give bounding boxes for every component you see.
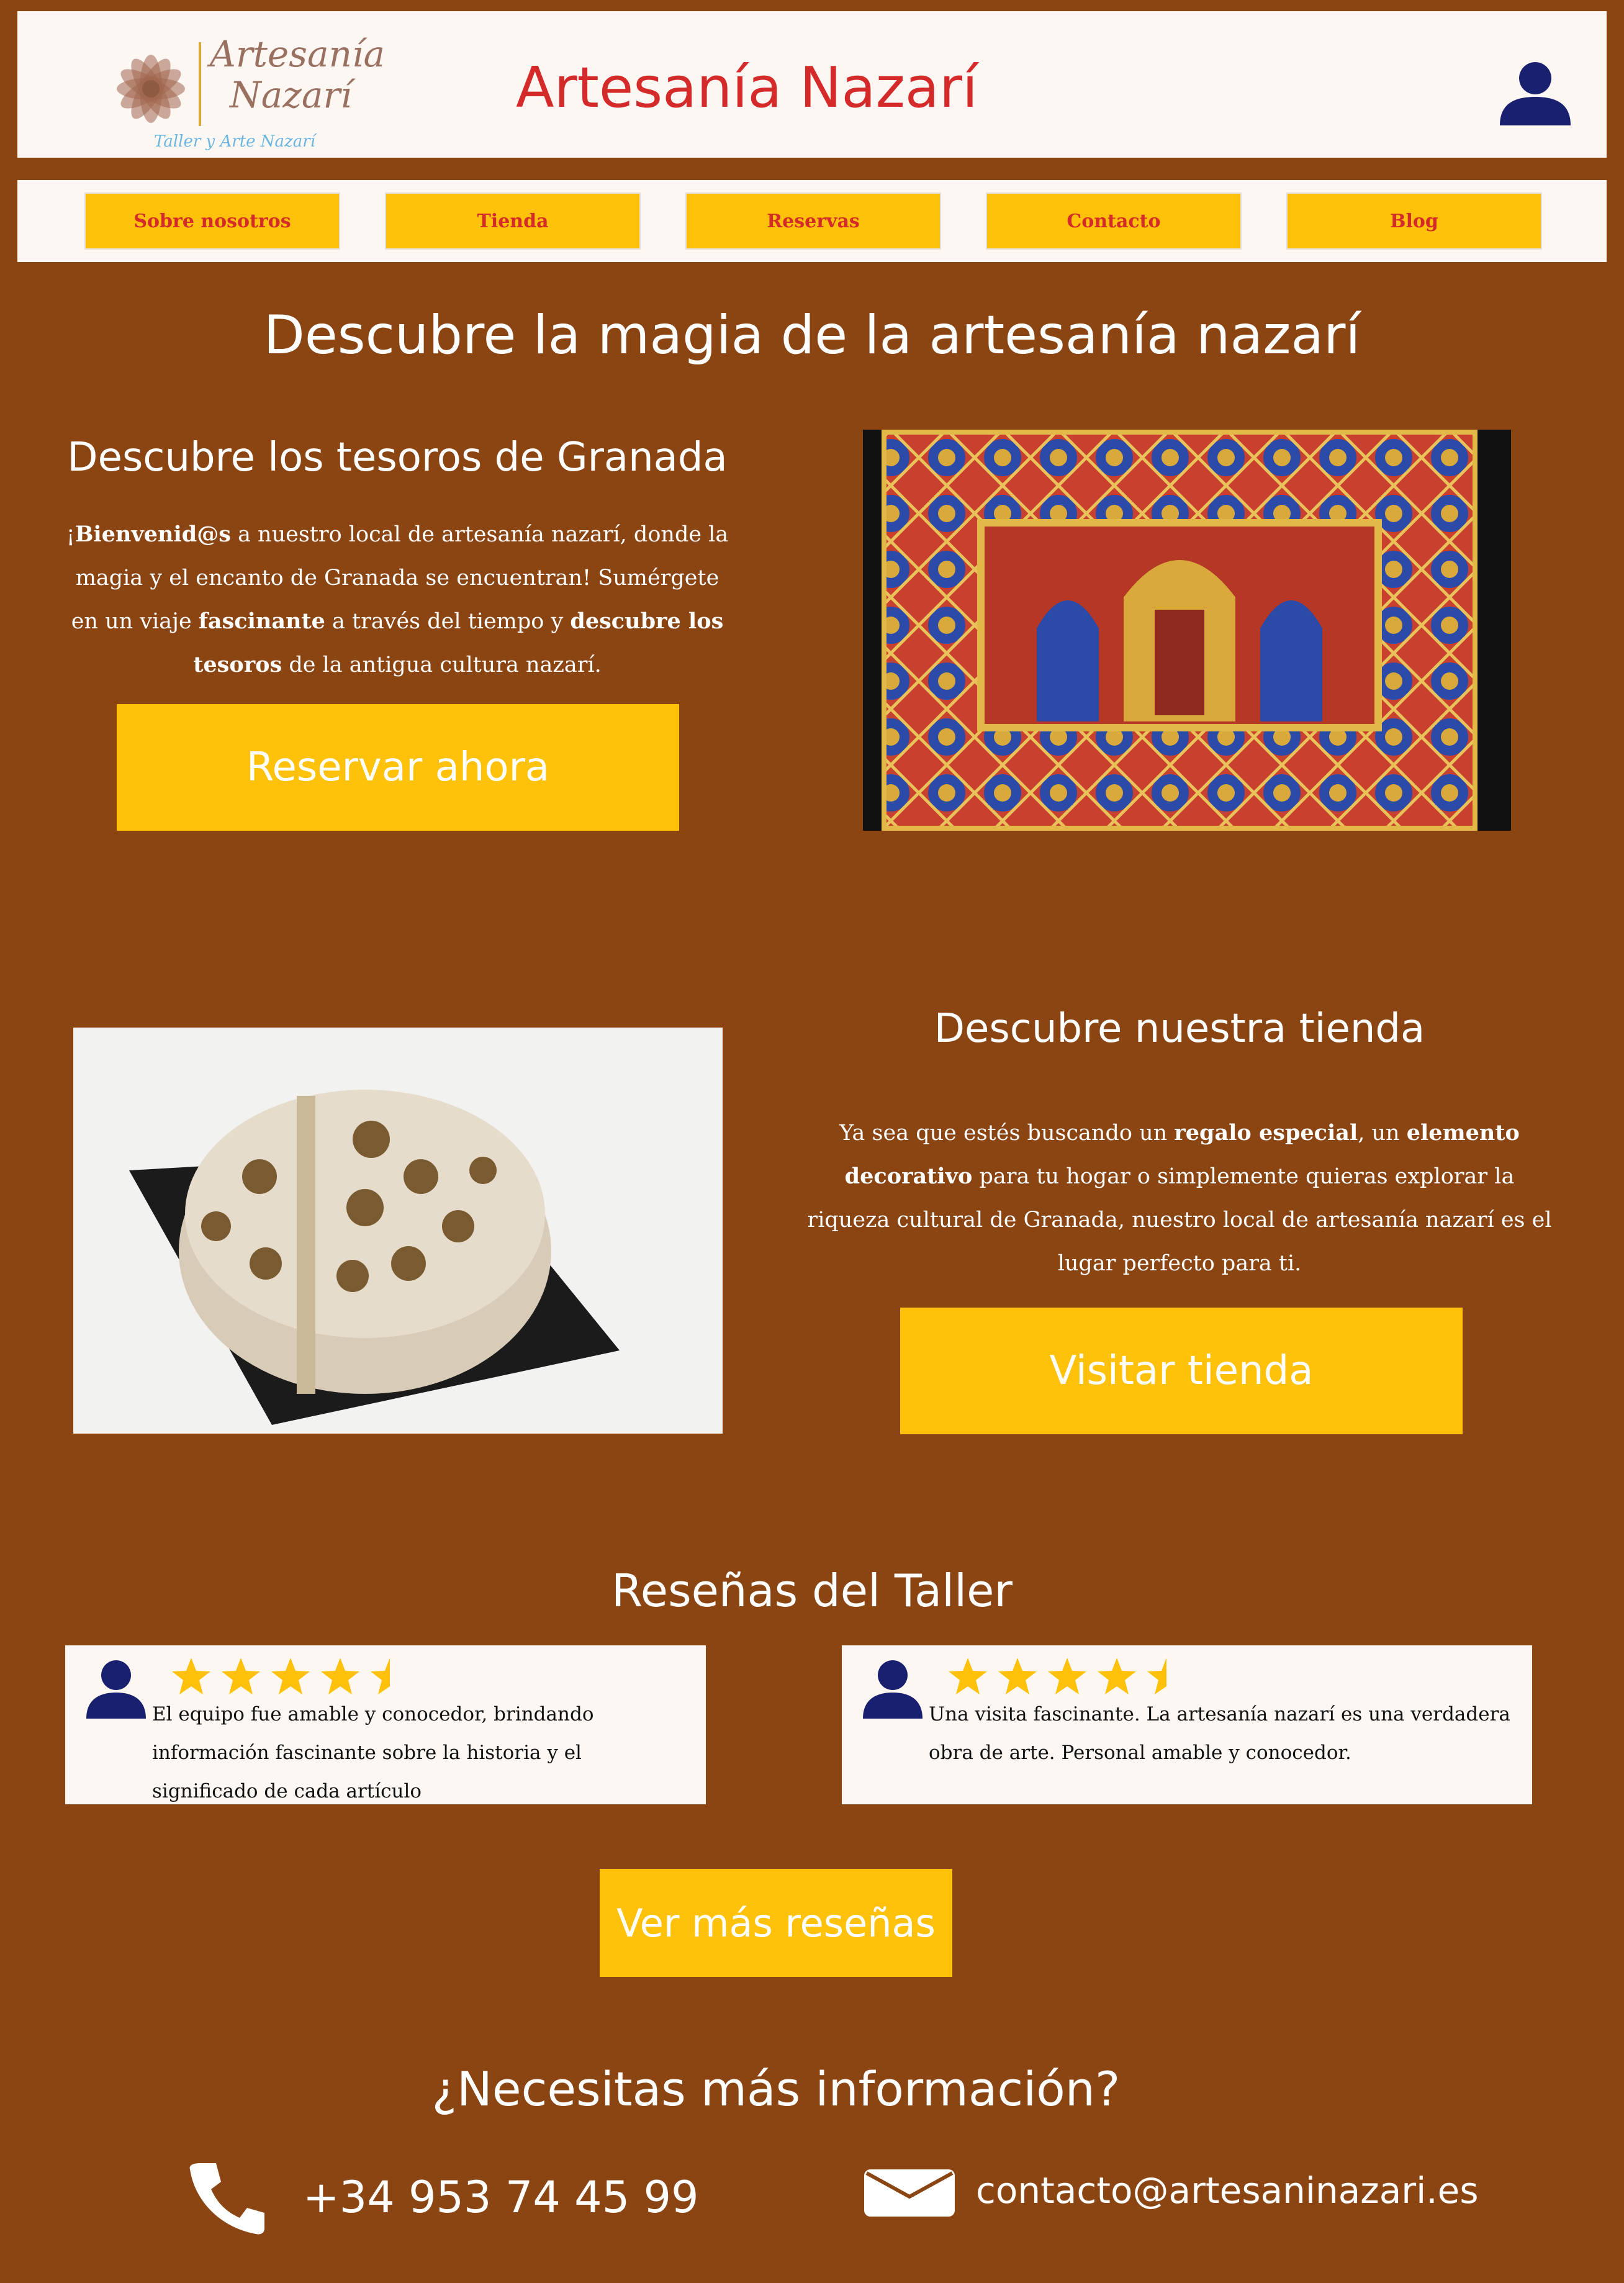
nav-item-reservas[interactable]: Reservas (685, 192, 941, 250)
review-text: Una visita fascinante. La artesanía naza… (929, 1703, 1510, 1764)
phone-number[interactable]: +34 953 74 45 99 (303, 2172, 699, 2223)
review-text: El equipo fue amable y conocedor, brinda… (152, 1703, 594, 1802)
section-treasures-title: Descubre los tesoros de Granada (67, 435, 728, 481)
review-card: El equipo fue amable y conocedor, brinda… (65, 1645, 706, 1804)
reserve-now-button[interactable]: Reservar ahora (117, 704, 679, 831)
star-icon (949, 1658, 987, 1694)
logo-text-line1: Artesanía (210, 33, 386, 75)
user-icon[interactable] (1495, 61, 1576, 129)
review-card: Una visita fascinante. La artesanía naza… (842, 1645, 1532, 1804)
carved-craft-image (73, 1028, 723, 1434)
star-icon (222, 1658, 260, 1694)
star-icon (1048, 1658, 1086, 1694)
site-title: Artesanía Nazarí (516, 55, 978, 120)
nasrid-panel-image (863, 430, 1511, 831)
flower-logo-icon (117, 55, 185, 123)
logo-divider (199, 42, 201, 126)
section-treasures-text: ¡Bienvenid@s a nuestro local de artesaní… (66, 522, 729, 677)
logo-tagline: Taller y Arte Nazarí (154, 132, 315, 151)
main-nav: Sobre nosotros Tienda Reservas Contacto … (17, 180, 1607, 262)
brand-logo[interactable]: Artesanía Nazarí Taller y Arte Nazarí (86, 24, 385, 154)
logo-text-line2: Nazarí (230, 74, 352, 116)
star-rating (171, 1657, 410, 1698)
star-icon (271, 1658, 310, 1694)
star-icon (1098, 1658, 1136, 1694)
email-address[interactable]: contacto@artesaninazari.es (976, 2169, 1479, 2212)
nav-item-contacto[interactable]: Contacto (986, 192, 1242, 250)
star-icon (998, 1658, 1037, 1694)
phone-icon (189, 2163, 264, 2235)
nav-item-blog[interactable]: Blog (1286, 192, 1542, 250)
mail-icon (864, 2169, 955, 2217)
visit-shop-button[interactable]: Visitar tienda (900, 1308, 1463, 1434)
nav-item-sobre-nosotros[interactable]: Sobre nosotros (84, 192, 340, 250)
star-icon (1147, 1658, 1166, 1694)
nav-item-tienda[interactable]: Tienda (385, 192, 641, 250)
reviewer-avatar-icon (863, 1660, 923, 1719)
star-rating (947, 1657, 1187, 1698)
star-icon (172, 1658, 210, 1694)
section-shop-text: Ya sea que estés buscando un regalo espe… (807, 1120, 1552, 1276)
section-shop-title: Descubre nuestra tienda (934, 1006, 1425, 1052)
more-info-title: ¿Necesitas más información? (431, 2061, 1121, 2117)
more-reviews-button[interactable]: Ver más reseñas (600, 1869, 952, 1977)
reviewer-avatar-icon (86, 1660, 146, 1719)
star-icon (321, 1658, 359, 1694)
star-icon (371, 1658, 390, 1694)
reviews-title: Reseñas del Taller (611, 1565, 1013, 1617)
hero-title: Descubre la magia de la artesanía nazarí (263, 304, 1361, 366)
site-header: Artesanía Nazarí Taller y Arte Nazarí Ar… (17, 11, 1607, 158)
